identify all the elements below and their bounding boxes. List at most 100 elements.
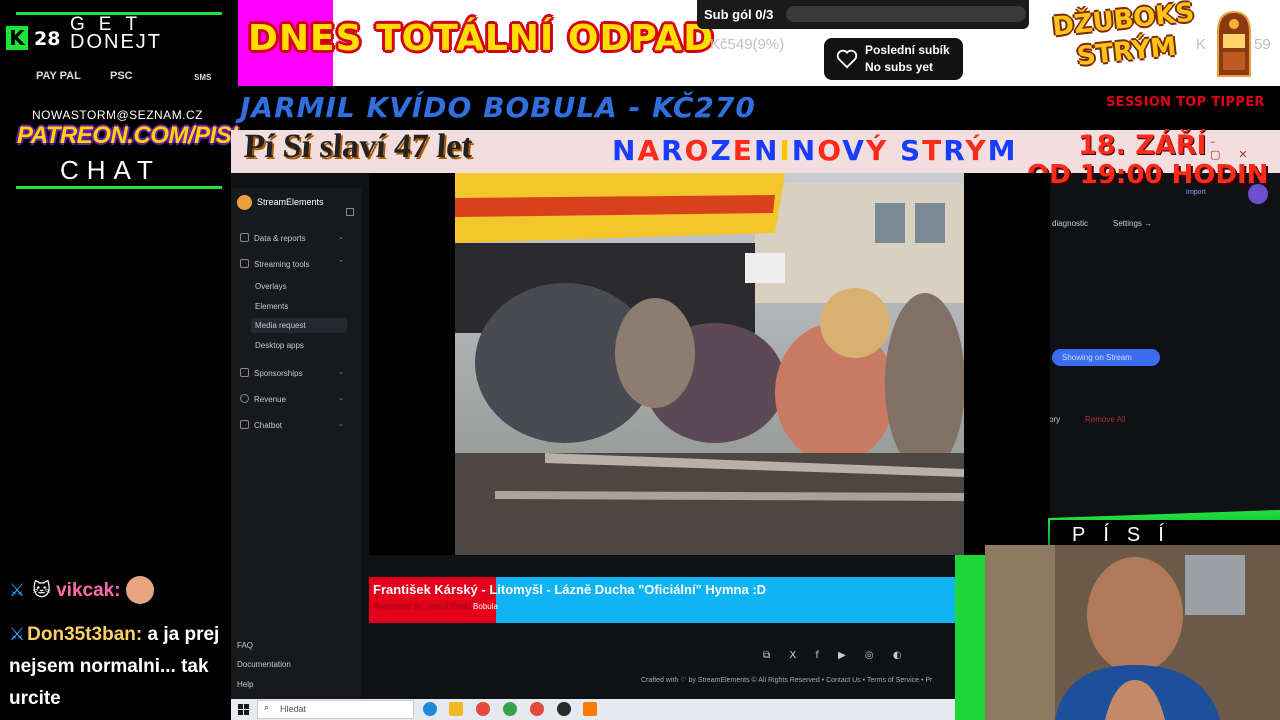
cat-emote-icon: 🐱 — [32, 580, 51, 601]
tools-icon — [240, 259, 249, 268]
nav-label: Streaming tools — [254, 260, 310, 269]
chat-username[interactable]: Don35t3ban: — [27, 624, 142, 645]
media-video[interactable] — [455, 173, 964, 555]
birthday-subtitle-letter: E — [732, 134, 754, 167]
viewer-count: 28 — [34, 28, 61, 50]
webcam-image — [985, 545, 1280, 720]
birthday-time: OD 19:00 HODIN — [1027, 160, 1269, 190]
chrome-profile-icon[interactable] — [503, 702, 517, 716]
chevron-down-icon: ⌄ — [338, 234, 344, 241]
chrome-app-icon[interactable] — [530, 702, 544, 716]
collapse-sidebar-icon[interactable] — [346, 208, 354, 216]
birthday-subtitle-letter: A — [637, 134, 662, 167]
patreon-link: PATREON.COM/PISI — [17, 122, 238, 149]
jukebox-icon — [1217, 10, 1251, 77]
panel-bottom-border — [16, 186, 222, 189]
kick-logo-icon: K — [6, 26, 28, 50]
nav-media-request[interactable]: Media request — [251, 318, 347, 333]
window-controls[interactable]: –▢✕ — [1210, 135, 1280, 161]
showing-on-stream-button[interactable]: Showing on Stream — [1052, 349, 1160, 366]
birthday-subtitle-letter: Ý — [865, 134, 889, 167]
birthday-subtitle-letter: T — [922, 134, 944, 167]
streamelements-logo-icon — [237, 195, 252, 210]
stream-title: DNES TOTÁLNÍ ODPAD — [248, 18, 715, 59]
history-tab[interactable]: ory — [1049, 415, 1060, 424]
jukebox-side-text-right: 59 — [1254, 36, 1271, 53]
nav-sponsorships[interactable]: Sponsorships ⌄ — [240, 368, 350, 378]
birthday-subtitle-letter: N — [791, 134, 818, 167]
chrome-icon[interactable] — [476, 702, 490, 716]
webcam-label: PÍSÍ — [1072, 524, 1182, 546]
birthday-subtitle-letter: R — [661, 134, 685, 167]
last-sub-value: No subs yet — [865, 60, 934, 74]
social-links[interactable]: ⧉ X f ▶ ◎ ◐ — [763, 650, 910, 661]
settings-link[interactable]: Settings → — [1113, 219, 1152, 228]
obs-icon[interactable] — [557, 702, 571, 716]
donate-email: NOWASTORM@SEZNAM.CZ — [32, 108, 204, 122]
sub-goal-progress-bar — [786, 6, 1026, 22]
vlc-icon[interactable] — [583, 702, 597, 716]
birthday-subtitle-letter: N — [612, 134, 638, 167]
session-top-tipper-label: SESSION TOP TIPPER — [1106, 95, 1265, 110]
page-footer: Crafted with ♡ by StreamElements © All R… — [641, 677, 933, 684]
sub-goal-label: Sub gól 0/3 — [704, 7, 774, 22]
file-explorer-icon[interactable] — [449, 702, 463, 716]
webcam-green-border — [955, 555, 985, 720]
birthday-subtitle-letter: I — [779, 134, 792, 167]
diagnostic-link[interactable]: diagnostic — [1052, 219, 1088, 228]
search-icon: ⌕ — [264, 703, 270, 713]
nav-label: Sponsorships — [254, 369, 303, 378]
mod-sword-icon: ⚔ — [9, 580, 26, 601]
birthday-subtitle-letter: R — [943, 134, 966, 167]
birthday-subtitle-letter — [888, 134, 900, 167]
birthday-subtitle-letter: Ý — [965, 134, 988, 167]
birthday-subtitle-letter: V — [842, 134, 866, 167]
nav-elements[interactable]: Elements — [255, 299, 347, 314]
face-emote-icon — [125, 576, 154, 604]
birthday-date: 18. ZÁŘÍ — [1078, 130, 1207, 161]
chevron-up-icon: ⌃ — [338, 260, 344, 267]
star-icon — [240, 368, 249, 377]
money-goal: Kč549(9%) — [710, 36, 785, 53]
last-sub-title: Poslední subík — [865, 43, 950, 57]
edge-icon[interactable] — [423, 702, 437, 716]
taskbar-search-input[interactable]: Hledat — [257, 700, 414, 719]
streamelements-brand[interactable]: StreamElements — [257, 197, 324, 207]
chevron-down-icon: ⌄ — [338, 421, 344, 428]
chat-message: ⚔ Don35t3ban: a ja prej nejsem normalni..… — [9, 619, 259, 715]
birthday-subtitle-letter: Z — [710, 134, 733, 167]
birthday-subtitle-letter: O — [684, 134, 711, 167]
nav-overlays[interactable]: Overlays — [255, 279, 347, 294]
heart-icon — [836, 49, 858, 69]
remove-all-button[interactable]: Remove All — [1085, 415, 1125, 424]
chevron-down-icon: ⌄ — [338, 395, 344, 402]
top-tipper-name: JARMIL KVÍDO BOBULA - KČ270 — [240, 91, 756, 124]
chart-icon — [240, 233, 249, 242]
chatbot-icon — [240, 420, 249, 429]
chat-message: ⚔ 🐱 vikcak: — [9, 576, 154, 604]
user-avatar[interactable] — [1248, 184, 1268, 204]
sms-icon: SMS — [194, 73, 212, 82]
donejt-label: DONEJT — [70, 31, 162, 53]
nav-chatbot[interactable]: Chatbot ⌄ — [240, 420, 350, 430]
nav-revenue[interactable]: Revenue ⌄ — [240, 394, 350, 404]
birthday-title: Pí Sí slaví 47 let — [242, 128, 474, 165]
now-playing-requester: Requested by: Jarmil Kvído Bobula — [373, 602, 498, 611]
dollar-icon — [240, 394, 249, 403]
webcam-feed — [985, 545, 1280, 720]
now-playing-title: František Kárský - Litomyšl - Lázně Duch… — [373, 582, 767, 597]
birthday-subtitle-letter: M — [987, 134, 1018, 167]
chevron-down-icon: ⌄ — [338, 369, 344, 376]
nav-label: Data & reports — [254, 234, 306, 243]
birthday-subtitle: NAROZENINOVÝ STRÝM — [612, 134, 1017, 167]
import-button[interactable]: Import — [1186, 189, 1206, 196]
chat-label: CHAT — [60, 155, 161, 185]
chat-username[interactable]: vikcak: — [56, 580, 120, 601]
birthday-subtitle-letter: O — [817, 134, 843, 167]
requested-by-label: Requested by: Jarmil Kvído — [373, 602, 474, 611]
psc-icon: PSC — [110, 70, 133, 82]
nav-streaming-tools[interactable]: Streaming tools ⌃ — [240, 259, 350, 269]
nav-data-reports[interactable]: Data & reports ⌄ — [240, 233, 350, 243]
nav-desktop-apps[interactable]: Desktop apps — [255, 338, 347, 353]
video-frame-image — [455, 173, 964, 555]
